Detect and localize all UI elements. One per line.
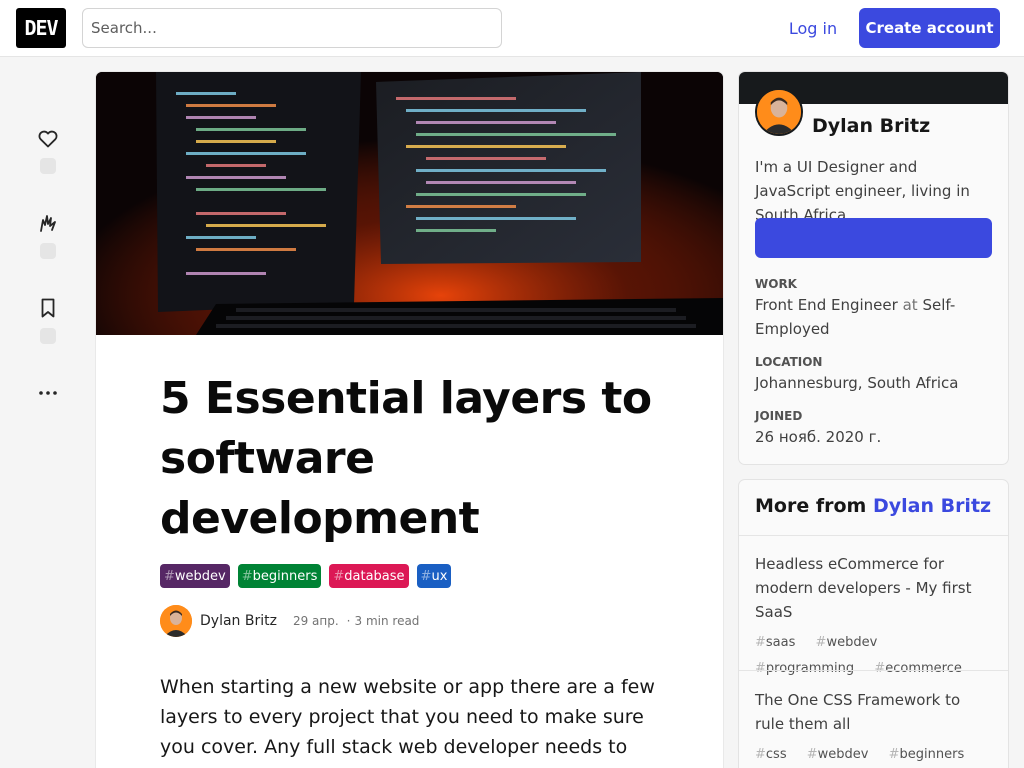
bookmark-icon — [41, 298, 55, 318]
cover-image — [96, 72, 723, 335]
create-account-button[interactable]: Create account — [859, 8, 1000, 48]
tag-ecommerce[interactable]: #ecommerce — [874, 661, 970, 676]
save-count-placeholder — [40, 328, 56, 344]
work-role: Front End Engineer — [755, 296, 898, 314]
article-title: 5 Essential layers to software developme… — [160, 373, 652, 544]
joined-value: 26 нояб. 2020 г. — [755, 428, 882, 446]
work-at: at — [902, 296, 918, 314]
tag-webdev[interactable]: #webdev — [160, 564, 230, 588]
tag-programming[interactable]: #programming — [755, 661, 862, 676]
meta-separator: · — [346, 614, 351, 628]
tag-saas[interactable]: #saas — [755, 635, 803, 650]
login-button[interactable]: Log in — [775, 8, 851, 48]
more-post-tags: #saas #webdev #programming #ecommerce — [755, 630, 992, 682]
person-icon — [757, 90, 801, 134]
like-reaction[interactable] — [30, 126, 66, 174]
unicorn-icon — [40, 215, 56, 232]
work-value: Front End Engineer at Self-Employed — [755, 293, 995, 341]
like-count-placeholder — [40, 158, 56, 174]
read-time: 3 min read — [354, 614, 420, 628]
location-label: LOCATION — [755, 355, 823, 369]
more-post-1[interactable]: Headless eCommerce for modern developers… — [739, 552, 1008, 682]
more-post-title[interactable]: Headless eCommerce for modern developers… — [755, 552, 992, 624]
joined-label: JOINED — [755, 409, 803, 423]
more-from-heading: More from Dylan Britz — [739, 480, 1008, 536]
tag-webdev[interactable]: #webdev — [807, 747, 877, 762]
save-reaction[interactable] — [30, 296, 66, 344]
search-input[interactable] — [82, 8, 502, 48]
more-options[interactable] — [30, 381, 66, 405]
tag-beginners[interactable]: #beginners — [889, 747, 973, 762]
dev-logo[interactable]: DEV — [16, 8, 66, 48]
unicorn-count-placeholder — [40, 243, 56, 259]
tag-css[interactable]: #css — [755, 747, 795, 762]
article-card: 5 Essential layers to software developme… — [96, 72, 723, 768]
work-label: WORK — [755, 277, 797, 291]
person-icon — [160, 605, 192, 637]
more-dots-icon — [39, 391, 57, 395]
more-divider — [739, 670, 1008, 671]
more-from-label: More from — [755, 495, 867, 517]
article-body: When starting a new website or app there… — [160, 676, 655, 768]
author-avatar[interactable] — [160, 605, 192, 637]
profile-bio: I'm a UI Designer and JavaScript enginee… — [755, 158, 970, 224]
tag-ux[interactable]: # ux — [416, 564, 452, 588]
post-date: 29 апр. — [292, 614, 339, 628]
more-post-tags: #css #webdev #beginners — [755, 742, 992, 768]
more-post-title[interactable]: The One CSS Framework to rule them all — [755, 688, 992, 736]
profile-avatar[interactable] — [755, 88, 803, 136]
location-value: Johannesburg, South Africa — [755, 374, 959, 392]
author-name[interactable]: Dylan Britz — [200, 613, 277, 629]
author-byline: Dylan Britz 29 апр. · 3 min read — [160, 605, 419, 637]
profile-name[interactable]: Dylan Britz — [812, 115, 930, 137]
author-profile-card: Dylan Britz I'm a UI Designer and JavaSc… — [739, 72, 1008, 464]
more-from-card: More from Dylan Britz Headless eCommerce… — [739, 480, 1008, 768]
follow-button[interactable] — [755, 218, 992, 258]
more-post-2[interactable]: The One CSS Framework to rule them all #… — [739, 688, 1008, 768]
unicorn-reaction[interactable] — [30, 211, 66, 259]
tag-database[interactable]: # database — [329, 564, 409, 588]
tag-beginners[interactable]: #beginners — [237, 564, 322, 588]
more-from-author-link[interactable]: Dylan Britz — [873, 495, 991, 517]
top-header: DEV Log in Create account — [0, 0, 1024, 57]
tag-webdev[interactable]: #webdev — [816, 635, 886, 650]
tag-list: # webdev # beginners # database # ux — [160, 564, 452, 588]
heart-icon — [38, 130, 58, 148]
